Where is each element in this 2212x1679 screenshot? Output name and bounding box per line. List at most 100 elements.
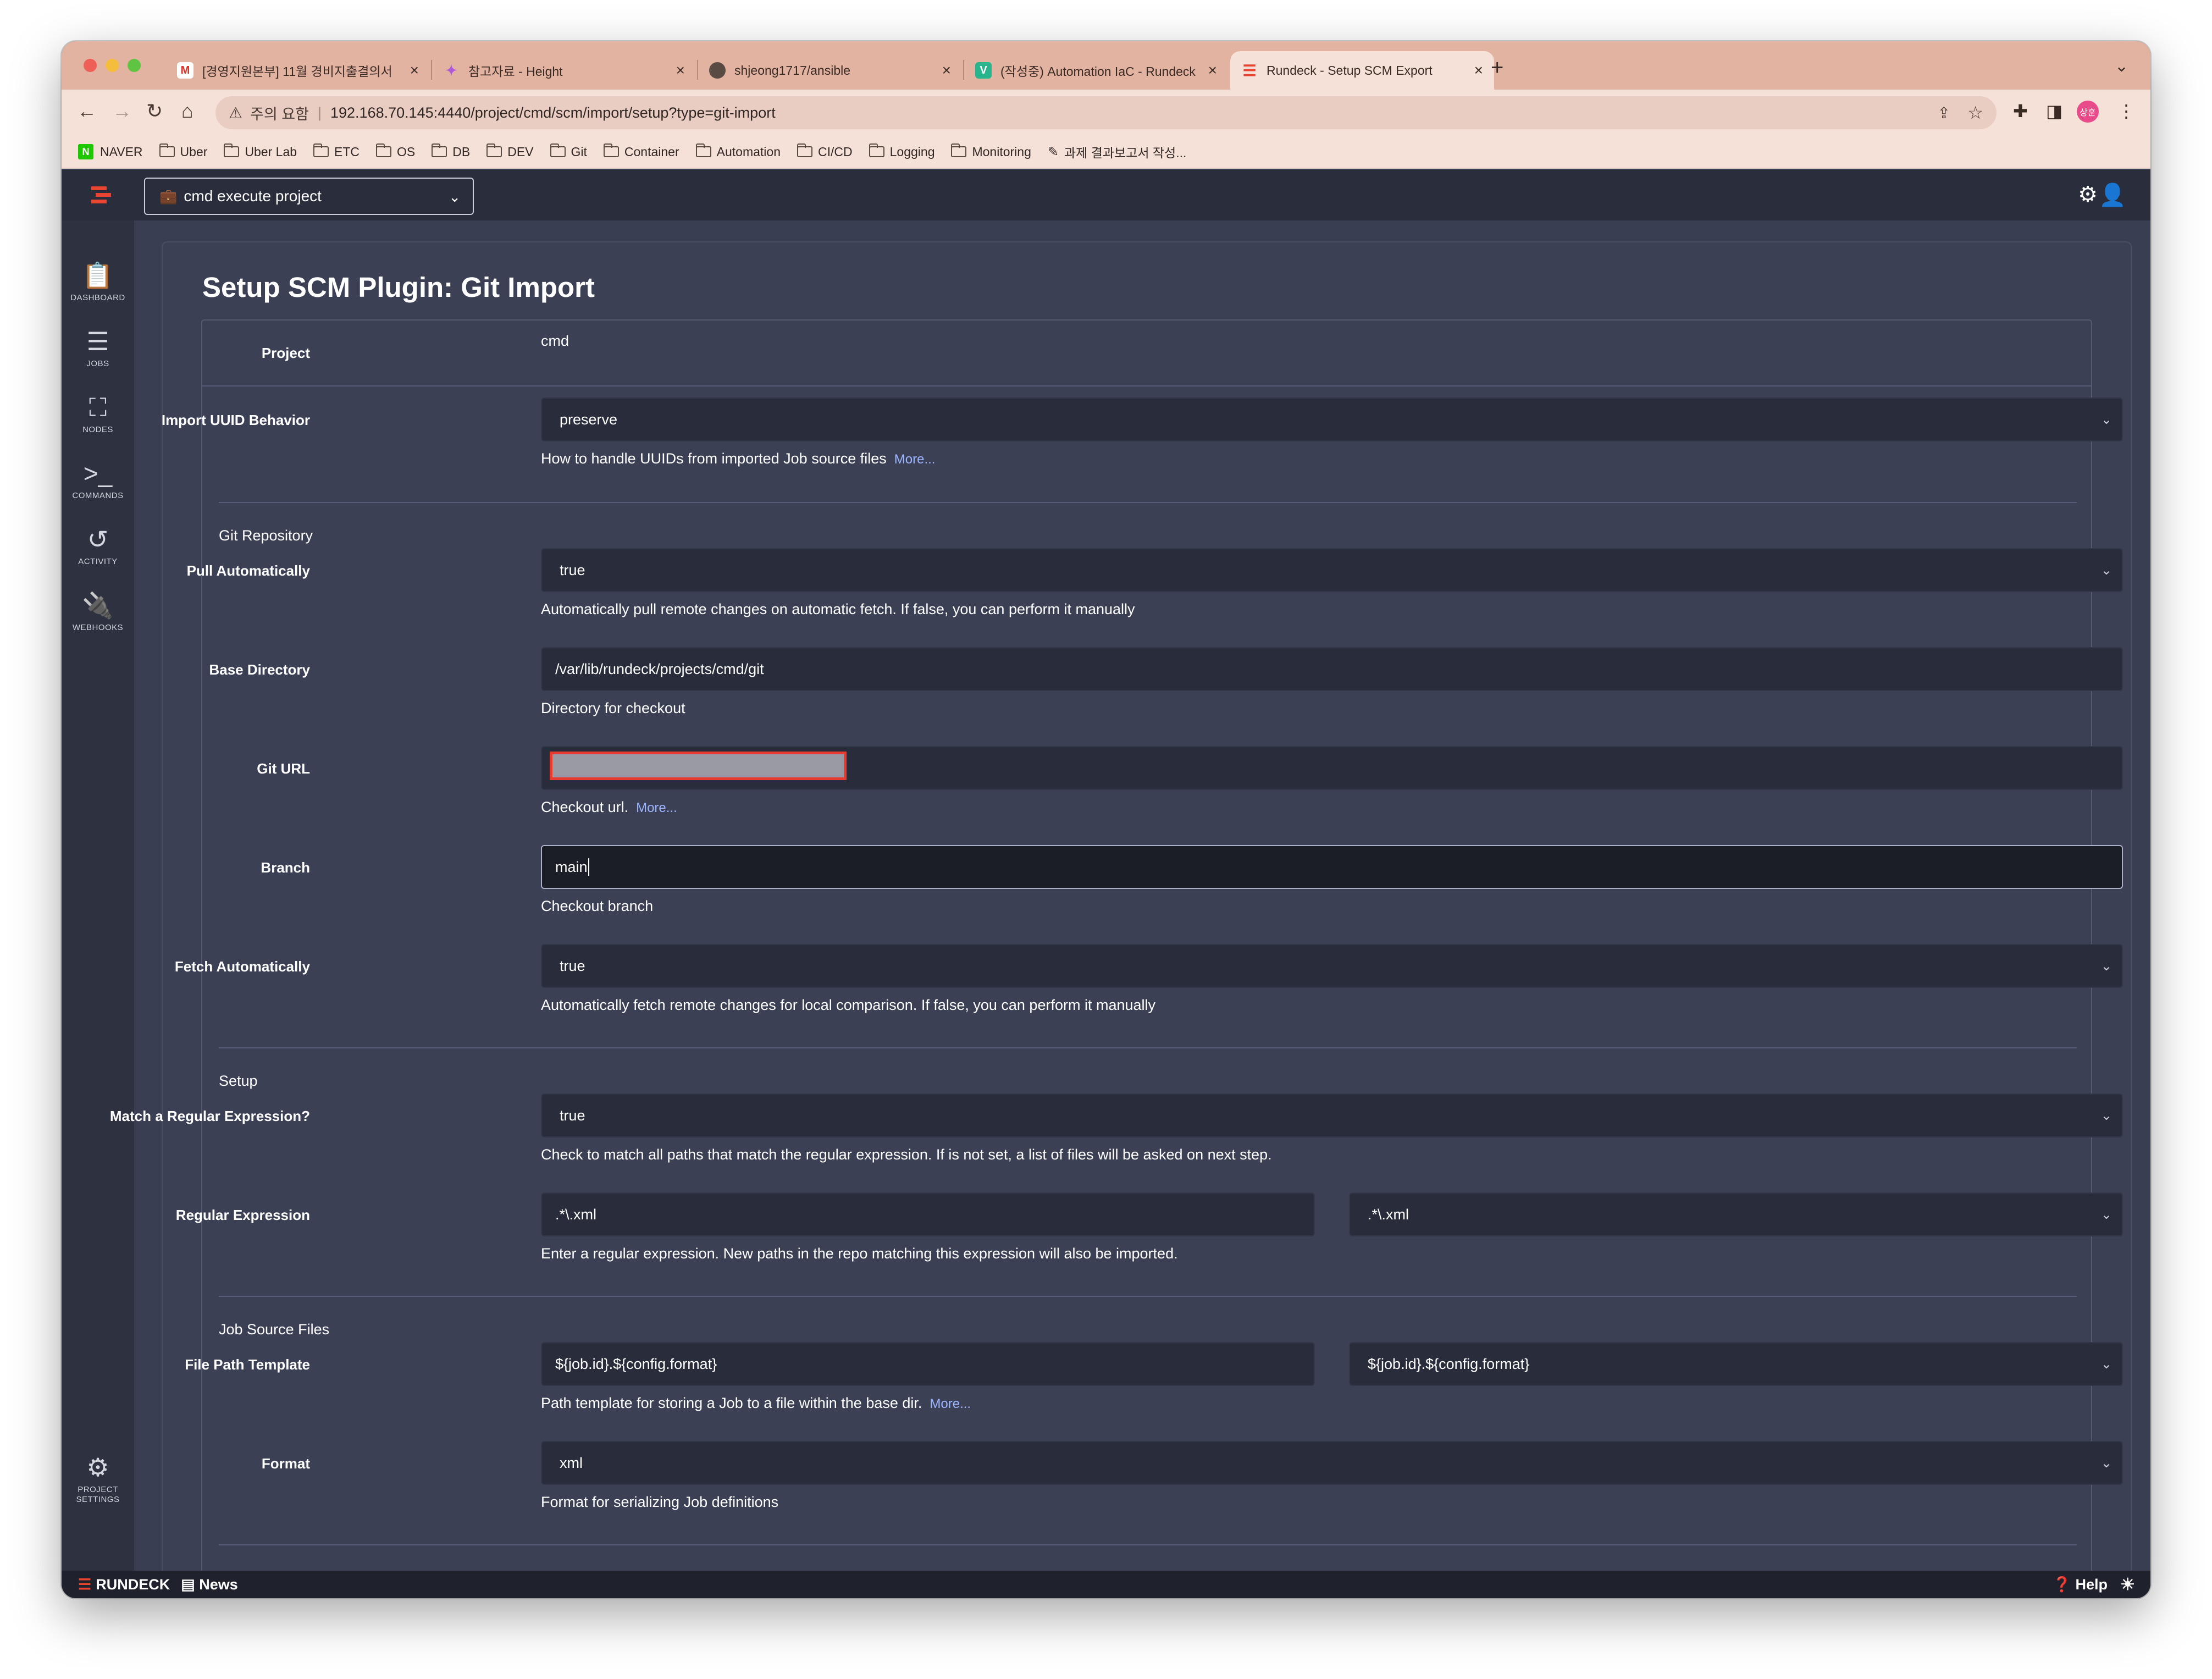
git-url-label: Git URL xyxy=(257,760,310,777)
bookmark-star-icon[interactable]: ☆ xyxy=(1967,102,1983,123)
file-path-template-preset-select[interactable]: ${job.id}.${config.format} ⌄ xyxy=(1349,1342,2123,1386)
regular-expression-preset-select[interactable]: .*\.xml ⌄ xyxy=(1349,1192,2123,1236)
import-uuid-select[interactable]: preserve ⌄ xyxy=(541,397,2123,441)
back-arrow-icon[interactable]: ← xyxy=(77,100,97,123)
bookmark-report[interactable]: ✎ 과제 결과보고서 작성... xyxy=(1048,142,1187,161)
bookmark-label: ETC xyxy=(334,144,360,159)
bookmark-label: NAVER xyxy=(100,144,143,159)
home-icon[interactable]: ⌂ xyxy=(181,100,193,123)
select-value: true xyxy=(560,1107,585,1124)
bookmark-folder-cicd[interactable]: CI/CD xyxy=(797,143,853,159)
chevron-down-icon: ⌄ xyxy=(2100,959,2112,974)
reload-icon[interactable]: ↻ xyxy=(146,100,163,123)
footer-news[interactable]: ▤ News xyxy=(181,1576,238,1593)
bookmark-folder-logging[interactable]: Logging xyxy=(869,143,934,159)
more-link[interactable]: More... xyxy=(930,1396,971,1411)
chevron-down-icon: ⌄ xyxy=(449,189,461,205)
browser-tab-3[interactable]: shjeong1717/ansible × xyxy=(698,51,962,90)
close-tab-icon[interactable]: × xyxy=(1474,62,1483,79)
more-link[interactable]: More... xyxy=(894,452,936,467)
forward-arrow-icon[interactable]: → xyxy=(112,100,132,123)
bookmark-folder-monitoring[interactable]: Monitoring xyxy=(951,143,1031,159)
pull-automatically-select[interactable]: true ⌄ xyxy=(541,548,2123,592)
address-bar[interactable]: ⚠ 주의 요함 | 192.168.70.145:4440/project/cm… xyxy=(215,96,1997,129)
branch-input[interactable]: main xyxy=(541,845,2123,889)
footer-brand[interactable]: RUNDECK xyxy=(96,1576,170,1593)
sidebar-item-webhooks[interactable]: 🔌 WEBHOOKS xyxy=(62,590,134,633)
gear-icon[interactable]: ⚙ xyxy=(2078,182,2098,207)
bookmark-folder-os[interactable]: OS xyxy=(376,143,415,159)
new-tab-icon[interactable]: + xyxy=(1491,56,1503,80)
browser-tab-1[interactable]: M [경영지원본부] 11월 경비지출결의서 × xyxy=(166,51,430,90)
footer-help[interactable]: ❓ Help xyxy=(2053,1576,2108,1593)
chevron-down-icon: ⌄ xyxy=(2100,1108,2112,1123)
sidebar-item-activity[interactable]: ↺ ACTIVITY xyxy=(62,524,134,567)
rundeck-footer-logo-icon: ☰ xyxy=(78,1576,92,1593)
section-git-repository: Git Repository xyxy=(219,527,313,544)
sidebar-item-project-settings[interactable]: ⚙ PROJECT SETTINGS xyxy=(62,1452,134,1505)
base-directory-input[interactable]: /var/lib/rundeck/projects/cmd/git xyxy=(541,647,2123,691)
divider xyxy=(219,1296,2077,1297)
rundeck-logo-icon[interactable] xyxy=(89,183,113,207)
chevron-down-icon: ⌄ xyxy=(2100,1357,2112,1372)
bookmark-folder-container[interactable]: Container xyxy=(603,143,679,159)
git-url-input[interactable] xyxy=(541,746,2123,790)
bookmark-naver[interactable]: N NAVER xyxy=(78,144,143,159)
scm-setup-form: Project cmd Import UUID Behavior preserv… xyxy=(110,319,2123,1573)
browser-tab-5-active[interactable]: ☰ Rundeck - Setup SCM Export × xyxy=(1230,51,1494,90)
security-warning-label[interactable]: 주의 요함 xyxy=(250,102,309,124)
share-icon[interactable]: ⇪ xyxy=(1938,104,1950,122)
close-tab-icon[interactable]: × xyxy=(1208,62,1217,79)
bookmark-label: Uber xyxy=(180,144,208,159)
side-panel-icon[interactable]: ◨ xyxy=(2046,101,2062,121)
sidebar-item-nodes[interactable]: ⛶ NODES xyxy=(62,392,134,435)
url-text[interactable]: 192.168.70.145:4440/project/cmd/scm/impo… xyxy=(330,104,776,121)
bookmark-folder-uber[interactable]: Uber xyxy=(159,143,208,159)
regular-expression-input[interactable]: .*\.xml xyxy=(541,1192,1315,1236)
section-job-source-files: Job Source Files xyxy=(219,1321,330,1338)
close-tab-icon[interactable]: × xyxy=(942,62,951,79)
sidebar-item-jobs[interactable]: ☰ JOBS xyxy=(62,326,134,369)
match-regex-select[interactable]: true ⌄ xyxy=(541,1093,2123,1137)
fetch-automatically-select[interactable]: true ⌄ xyxy=(541,944,2123,988)
profile-avatar[interactable]: 상훈 xyxy=(2077,101,2099,123)
bookmark-folder-dev[interactable]: DEV xyxy=(486,143,534,159)
history-icon: ↺ xyxy=(87,525,109,554)
address-separator: | xyxy=(317,104,322,121)
extensions-puzzle-icon[interactable]: ✚ xyxy=(2013,101,2028,121)
maximize-window-button[interactable] xyxy=(128,59,141,72)
sidebar-item-dashboard[interactable]: 📋 DASHBOARD xyxy=(62,260,134,303)
select-value: xml xyxy=(560,1454,583,1471)
bookmark-folder-git[interactable]: Git xyxy=(550,143,587,159)
browser-tab-4[interactable]: V (작성중) Automation IaC - Rundeck × xyxy=(964,51,1228,90)
user-icon[interactable]: 👤 xyxy=(2099,182,2126,208)
page-title: Setup SCM Plugin: Git Import xyxy=(202,272,595,303)
tab-search-chevron-icon[interactable]: ⌄ xyxy=(2115,57,2128,76)
pull-automatically-help: Automatically pull remote changes on aut… xyxy=(541,601,1135,617)
close-tab-icon[interactable]: × xyxy=(676,62,685,79)
terminal-icon: >_ xyxy=(83,459,113,488)
minimize-window-button[interactable] xyxy=(106,59,119,72)
project-selector[interactable]: 💼 cmd execute project ⌄ xyxy=(144,178,474,215)
bookmark-folder-automation[interactable]: Automation xyxy=(695,143,781,159)
regular-expression-help: Enter a regular expression. New paths in… xyxy=(541,1245,1178,1262)
section-setup: Setup xyxy=(219,1073,258,1089)
file-path-template-input[interactable]: ${job.id}.${config.format} xyxy=(541,1342,1315,1386)
divider xyxy=(219,502,2077,503)
sidebar-label: NODES xyxy=(82,425,113,434)
file-path-template-label: File Path Template xyxy=(185,1356,310,1373)
sidebar-item-commands[interactable]: >_ COMMANDS xyxy=(62,458,134,501)
pull-automatically-label: Pull Automatically xyxy=(186,562,310,579)
close-window-button[interactable] xyxy=(84,59,97,72)
browser-menu-icon[interactable]: ⋮ xyxy=(2117,101,2135,121)
more-link[interactable]: More... xyxy=(636,800,677,815)
format-select[interactable]: xml ⌄ xyxy=(541,1441,2123,1485)
git-url-help: Checkout url. More... xyxy=(541,799,677,816)
bookmark-folder-uber-lab[interactable]: Uber Lab xyxy=(224,143,297,159)
theme-sun-icon[interactable]: ☀ xyxy=(2120,1575,2135,1594)
bookmark-folder-etc[interactable]: ETC xyxy=(313,143,360,159)
bookmark-label: Git xyxy=(571,144,587,159)
close-tab-icon[interactable]: × xyxy=(410,62,419,79)
browser-tab-2[interactable]: ✦ 참고자료 - Height × xyxy=(432,51,696,90)
bookmark-folder-db[interactable]: DB xyxy=(432,143,470,159)
